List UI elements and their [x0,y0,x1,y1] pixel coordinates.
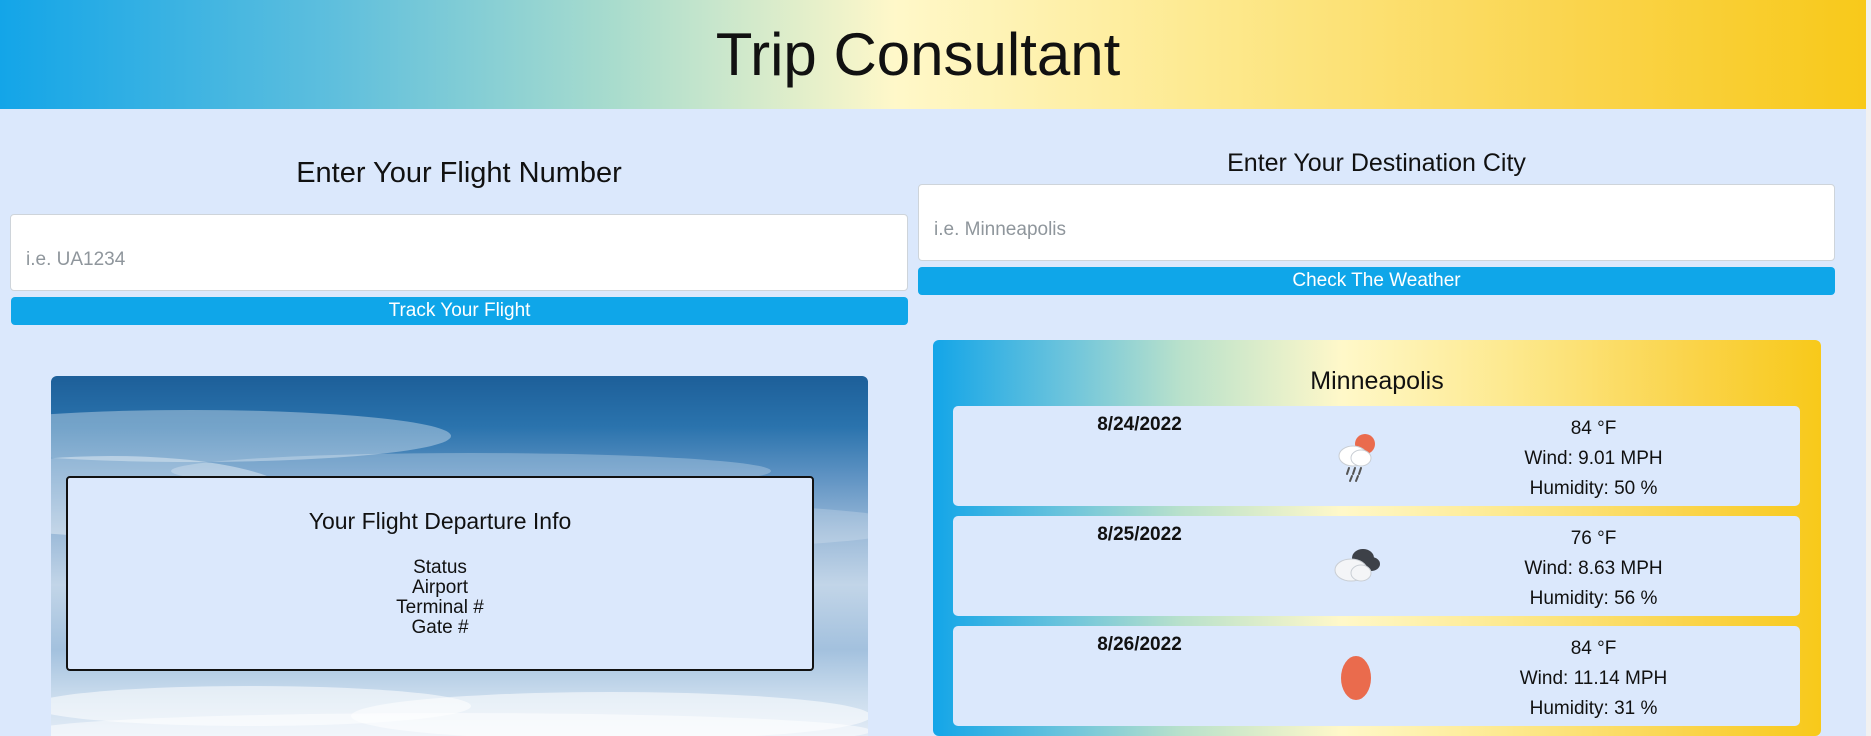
site-header: Trip Consultant [0,0,1866,109]
flight-info-title: Your Flight Departure Info [308,508,572,534]
site-title: Trip Consultant [715,21,1121,88]
track-flight-button[interactable]: Track Your Flight [11,297,908,325]
flight-airport-label: Airport [412,577,468,598]
forecast-wind: Wind: 8.63 MPH [1524,558,1663,579]
flight-gate-label: Gate # [411,617,469,638]
forecast-humidity: Humidity: 56 % [1529,588,1658,609]
flight-number-input[interactable] [10,214,908,291]
forecast-humidity: Humidity: 50 % [1529,478,1658,499]
forecast-day-card: 8/24/2022 84 °F Wind: 9.01 MPH Humidity:… [953,406,1800,506]
weather-forecast-panel: Minneapolis 8/24/2022 84 °F Wind: 9.01 M… [933,340,1821,736]
check-weather-button[interactable]: Check The Weather [918,267,1835,295]
forecast-day-card: 8/25/2022 76 °F Wind: 8.63 MPH Humidity:… [953,516,1800,616]
forecast-temperature: 76 °F [1570,528,1617,549]
forecast-date: 8/26/2022 [1097,634,1182,655]
forecast-wind: Wind: 9.01 MPH [1524,448,1663,469]
flight-terminal-label: Terminal # [396,597,484,618]
sun-icon [1341,656,1371,700]
flight-status-label: Status [413,557,467,578]
forecast-humidity: Humidity: 31 % [1529,698,1658,719]
forecast-date: 8/24/2022 [1097,414,1182,435]
forecast-temperature: 84 °F [1570,418,1617,439]
destination-city-input[interactable] [918,184,1835,261]
scrollbar[interactable] [1866,0,1871,736]
weather-search-title: Enter Your Destination City [1227,149,1526,177]
dark-clouds-icon [1334,549,1380,582]
forecast-date: 8/25/2022 [1097,524,1182,545]
forecast-wind: Wind: 11.14 MPH [1519,668,1668,689]
forecast-day-card: 8/26/2022 84 °F Wind: 11.14 MPH Humidity… [953,626,1800,726]
flight-departure-info-card: Your Flight Departure Info Status Airpor… [66,476,814,671]
forecast-temperature: 84 °F [1570,638,1617,659]
flight-search-title: Enter Your Flight Number [296,157,622,189]
rain-cloud-sun-icon [1338,434,1375,482]
weather-city-name: Minneapolis [1310,367,1444,395]
